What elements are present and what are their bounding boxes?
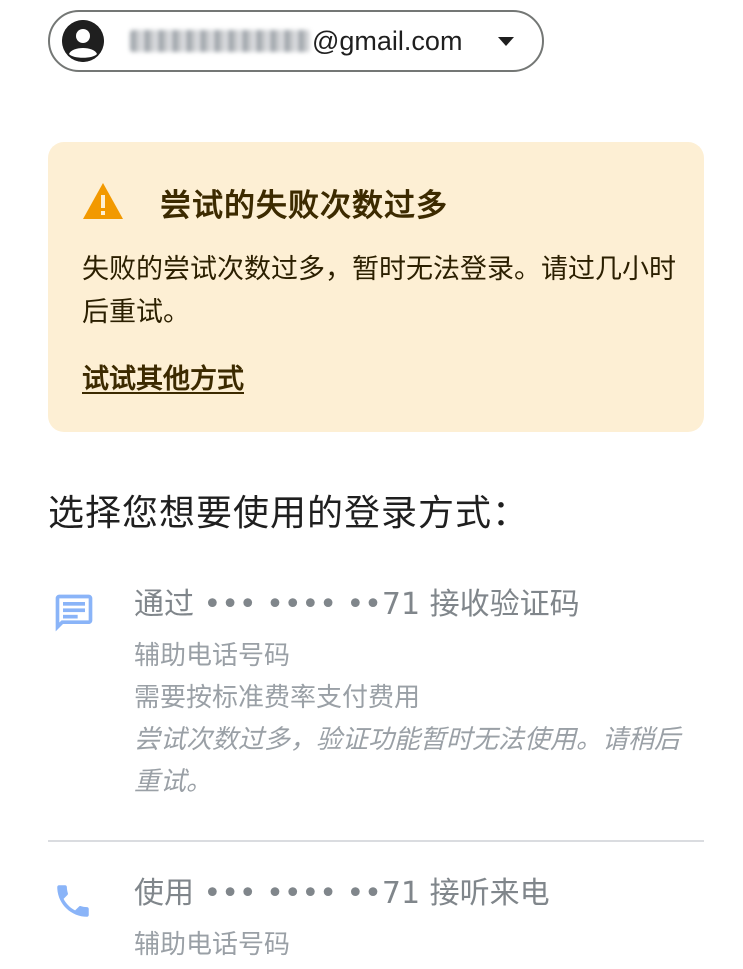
- option-title: 使用 ••• •••• ••71 接听来电: [134, 876, 550, 911]
- option-fee-note: 需要按标准费率支付费用: [134, 683, 421, 713]
- phone-icon: [57, 885, 89, 917]
- warning-title: 尝试的失败次数过多: [160, 188, 448, 224]
- email-domain: @gmail.com: [312, 25, 463, 56]
- option-sms-text: 通过 ••• •••• ••71 接收验证码 辅助电话号码 需要按标准费率支付费…: [134, 585, 704, 803]
- redacted-email-username: [130, 30, 310, 52]
- option-unavailable-note: 尝试次数过多，验证功能暂时无法使用。请稍后重试。: [134, 725, 681, 797]
- sms-icon: [55, 594, 93, 632]
- account-email: @gmail.com: [130, 26, 462, 57]
- chevron-down-icon[interactable]: [498, 36, 514, 46]
- option-call-text: 使用 ••• •••• ••71 接听来电 辅助电话号码: [134, 874, 704, 966]
- choose-method-heading: 选择您想要使用的登录方式：: [48, 493, 530, 534]
- divider: [48, 840, 704, 842]
- option-title: 通过 ••• •••• ••71 接收验证码: [134, 587, 580, 622]
- account-chip[interactable]: @gmail.com: [48, 10, 544, 72]
- warning-banner: 尝试的失败次数过多 失败的尝试次数过多，暂时无法登录。请过几小时后重试。 试试其…: [48, 142, 704, 432]
- option-sms-code: 通过 ••• •••• ••71 接收验证码 辅助电话号码 需要按标准费率支付费…: [48, 585, 704, 815]
- account-circle-icon: [62, 20, 104, 62]
- option-subtitle: 辅助电话号码: [134, 641, 291, 671]
- warning-triangle-icon: [83, 183, 123, 219]
- option-phone-call[interactable]: 使用 ••• •••• ••71 接听来电 辅助电话号码: [48, 874, 704, 969]
- try-another-way-link[interactable]: 试试其他方式: [82, 357, 244, 396]
- option-subtitle: 辅助电话号码: [134, 930, 291, 960]
- warning-message: 失败的尝试次数过多，暂时无法登录。请过几小时后重试。: [82, 254, 676, 328]
